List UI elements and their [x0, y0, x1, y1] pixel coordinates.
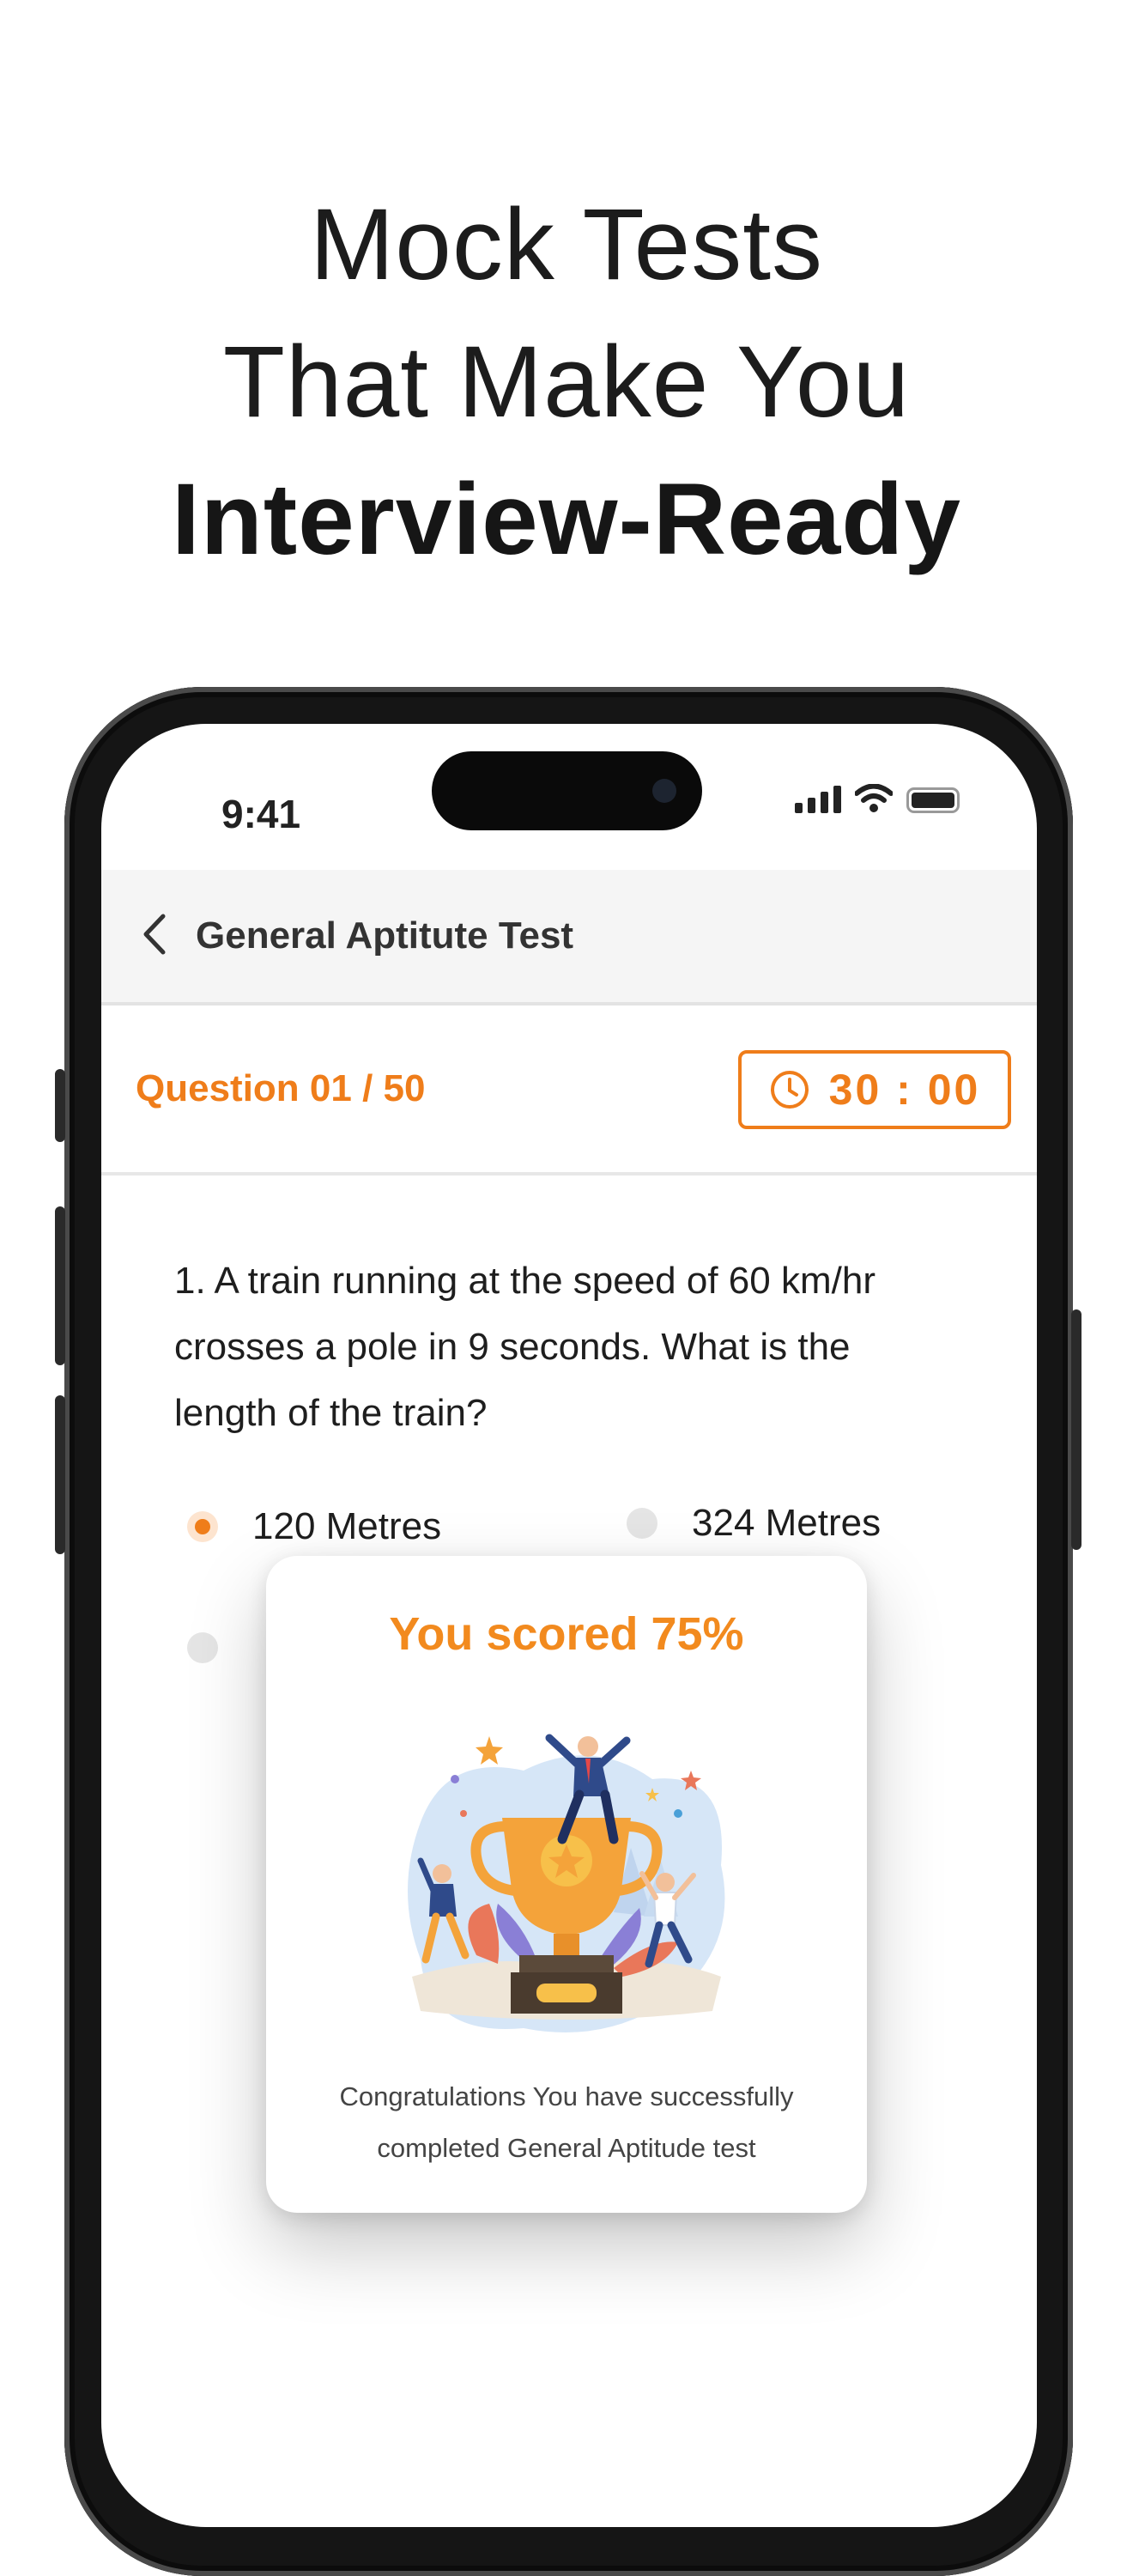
radio-selected-icon[interactable]: [187, 1511, 218, 1542]
headline: Mock Tests That Make You Interview-Ready: [0, 176, 1133, 588]
headline-line-2: That Make You: [222, 325, 911, 439]
radio-icon[interactable]: [187, 1632, 218, 1663]
question-text: 1. A train running at the speed of 60 km…: [174, 1260, 876, 1434]
power-button: [1071, 1309, 1082, 1550]
chevron-left-icon[interactable]: [136, 913, 173, 956]
volume-up-button: [55, 1206, 65, 1365]
volume-down-button: [55, 1395, 65, 1554]
congratulations-message: Congratulations You have successfully co…: [339, 2081, 794, 2163]
status-time: 9:41: [221, 792, 301, 836]
status-icons: [795, 784, 960, 813]
signal-icon: [795, 786, 841, 813]
clock-icon: [770, 1071, 809, 1109]
battery-icon: [906, 787, 960, 813]
app-header: General Aptitute Test: [101, 870, 1037, 1005]
result-modal: You scored 75% Congratulations You have …: [266, 1556, 867, 2213]
score-title: You scored 75%: [389, 1608, 744, 1660]
option-label: 120 Metres: [252, 1505, 442, 1547]
wifi-icon: [855, 784, 893, 812]
radio-icon[interactable]: [627, 1508, 657, 1539]
dynamic-island: [432, 751, 702, 830]
option-1[interactable]: 120 Metres: [187, 1505, 441, 1548]
option-label: 324 Metres: [692, 1502, 882, 1544]
mute-switch: [55, 1069, 65, 1142]
timer-text: 30 : 00: [828, 1066, 981, 1114]
option-2[interactable]: 324 Metres: [627, 1502, 881, 1545]
question-counter: Question 01 / 50: [136, 1067, 426, 1109]
option-3[interactable]: [187, 1632, 218, 1663]
camera-icon: [652, 779, 676, 803]
timer-badge: 30 : 00: [738, 1050, 1011, 1129]
question-bar: Question 01 / 50 30 : 00: [101, 1005, 1037, 1176]
trophy-celebration-illustration: [408, 1734, 725, 2032]
headline-line-3: Interview-Ready: [172, 463, 961, 576]
page-title: General Aptitute Test: [196, 914, 574, 957]
headline-line-1: Mock Tests: [310, 188, 823, 301]
